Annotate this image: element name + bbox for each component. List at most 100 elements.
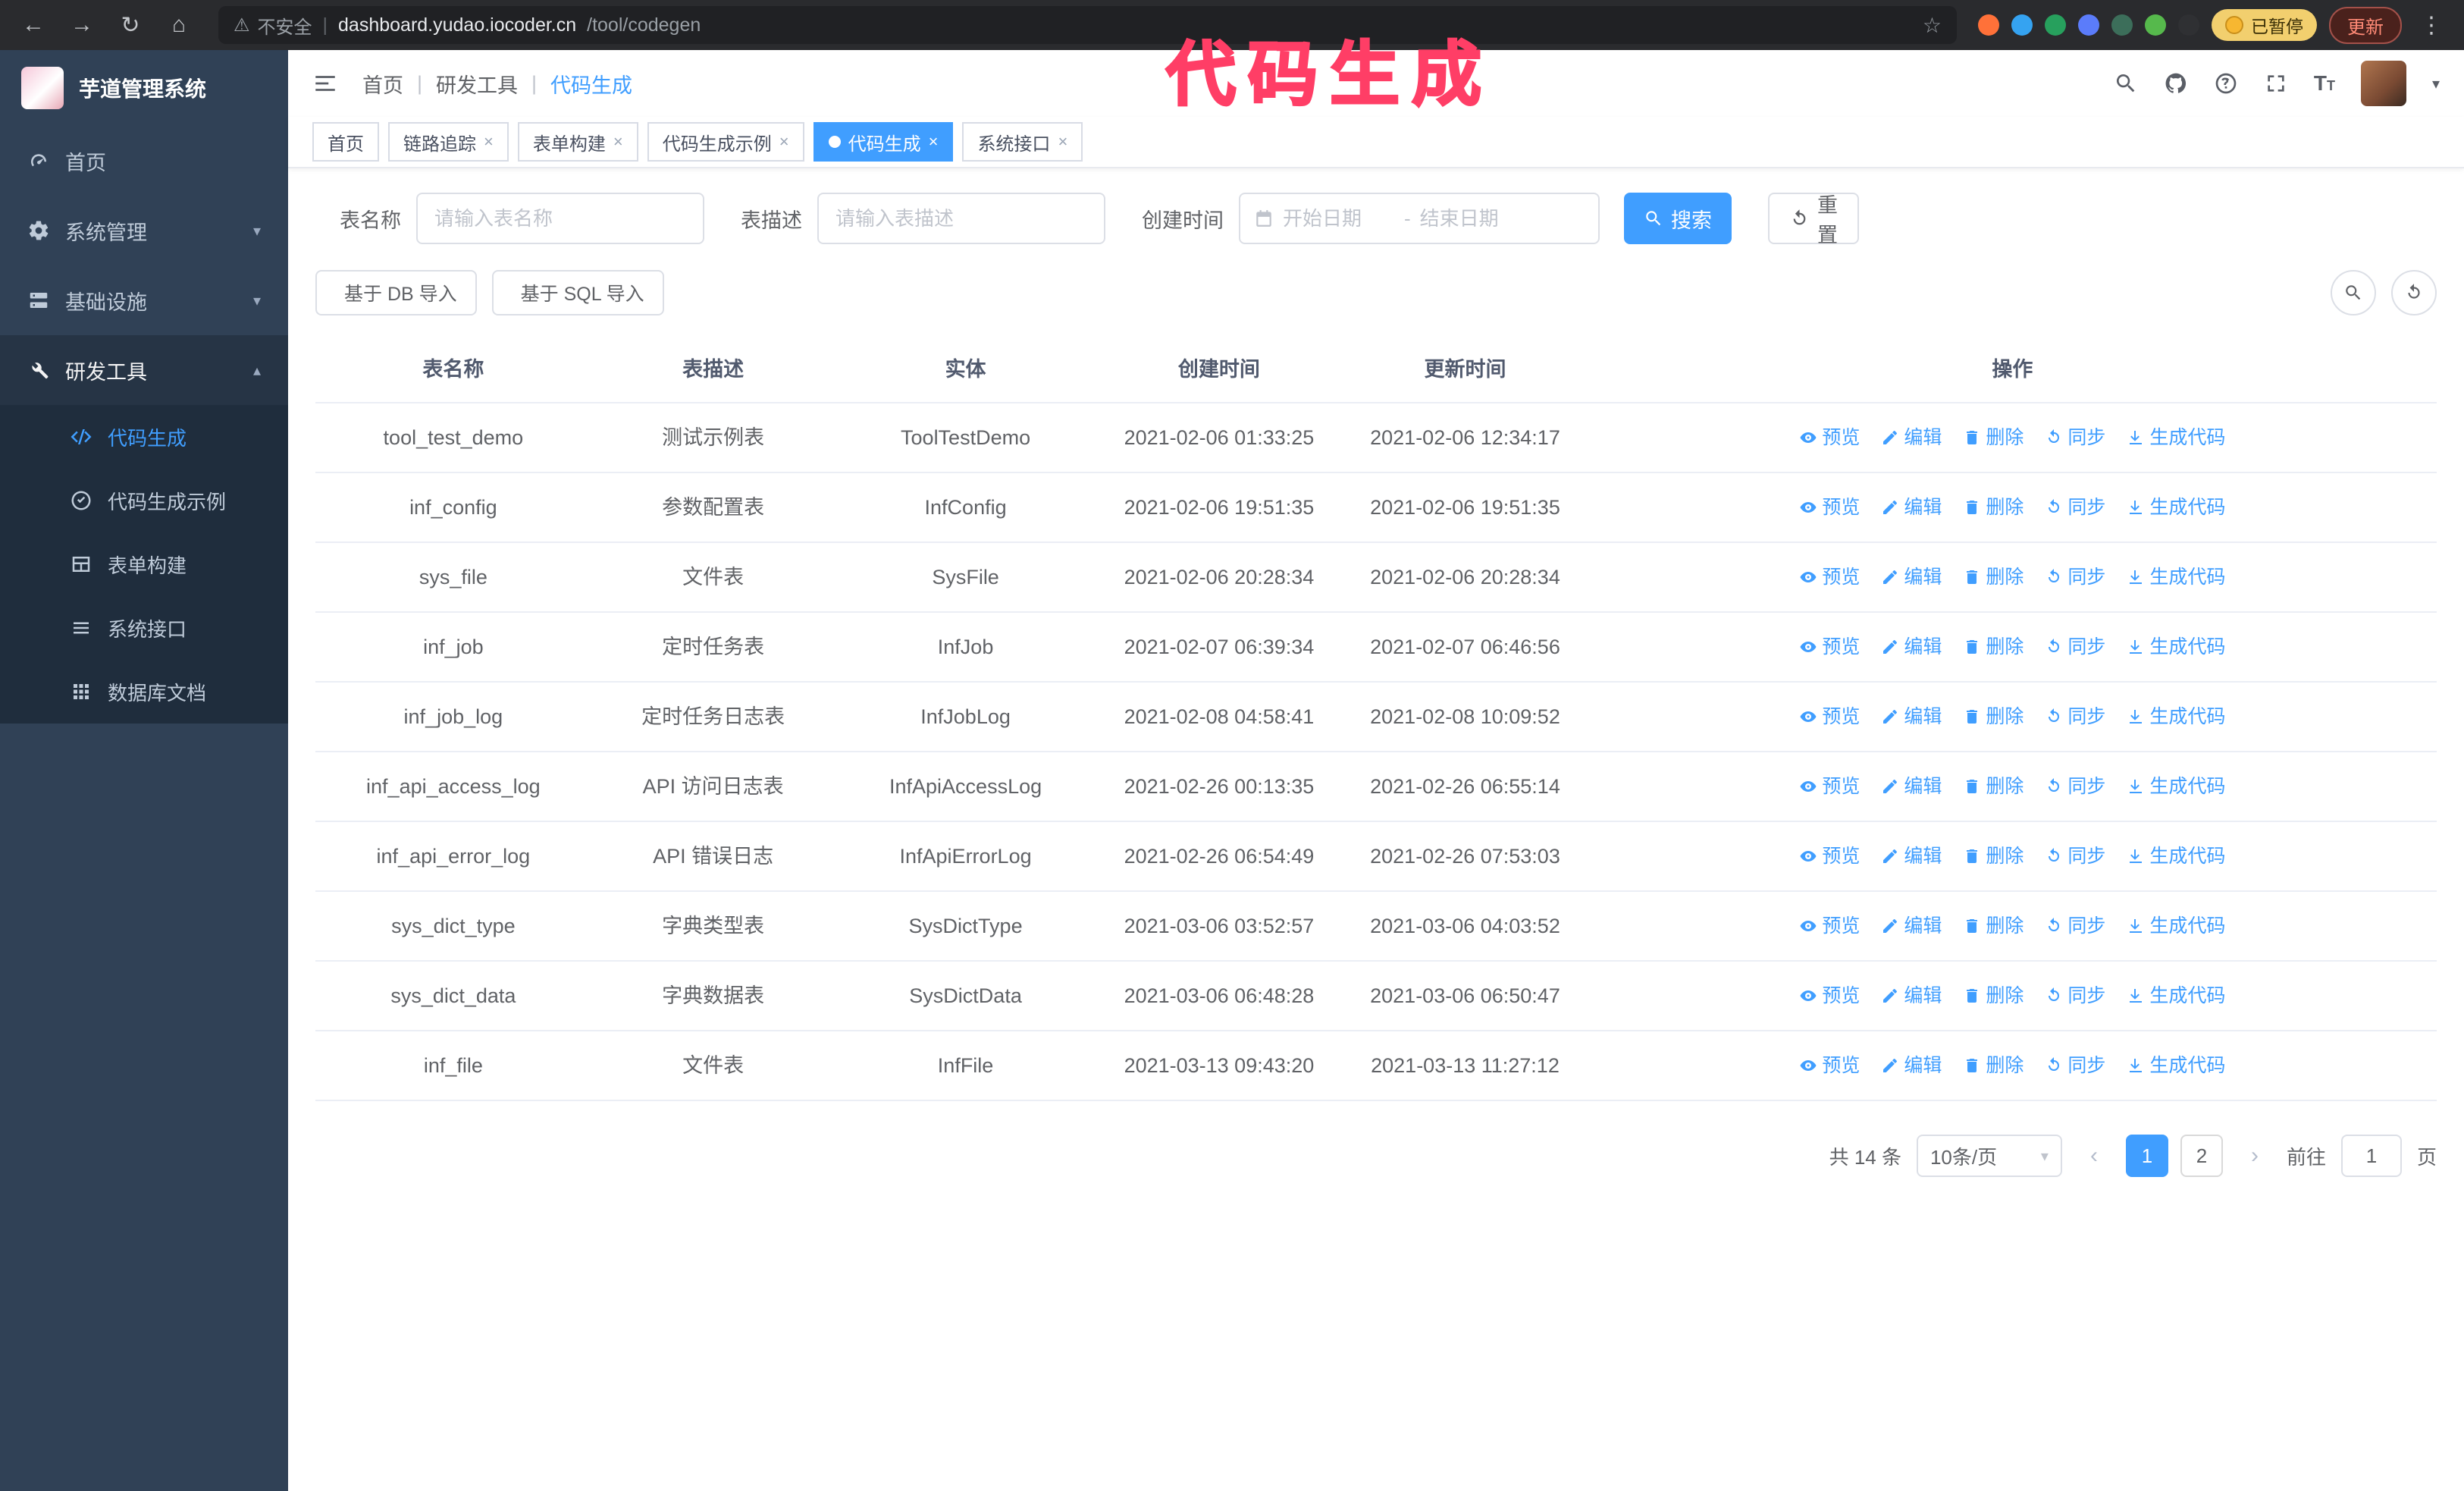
delete-link[interactable]: 删除	[1963, 772, 2024, 801]
font-size-icon[interactable]: TT	[2314, 71, 2335, 96]
next-page-button[interactable]: ›	[2238, 1143, 2271, 1169]
close-icon[interactable]: ×	[1058, 132, 1067, 152]
delete-link[interactable]: 删除	[1963, 981, 2024, 1010]
browser-menu-icon[interactable]: ⋮	[2414, 12, 2449, 39]
close-icon[interactable]: ×	[929, 132, 939, 152]
delete-link[interactable]: 删除	[1963, 702, 2024, 731]
tab-codegen[interactable]: 代码生成 ×	[813, 122, 954, 162]
generate-code-link[interactable]: 生成代码	[2127, 423, 2225, 452]
delete-link[interactable]: 删除	[1963, 912, 2024, 940]
breadcrumb-item-home[interactable]: 首页	[362, 69, 403, 99]
tab-home[interactable]: 首页	[312, 122, 379, 162]
app-logo[interactable]: 芋道管理系统	[0, 50, 288, 126]
edit-link[interactable]: 编辑	[1881, 493, 1942, 522]
preview-link[interactable]: 预览	[1799, 423, 1860, 452]
generate-code-link[interactable]: 生成代码	[2127, 842, 2225, 871]
edit-link[interactable]: 编辑	[1881, 842, 1942, 871]
sidebar-item-devtools[interactable]: 研发工具 ▴	[0, 335, 288, 405]
preview-link[interactable]: 预览	[1799, 842, 1860, 871]
search-button[interactable]: 搜索	[1624, 193, 1732, 244]
home-icon[interactable]: ⌂	[161, 7, 197, 43]
submenu-item-db-doc[interactable]: 数据库文档	[0, 660, 288, 724]
preview-link[interactable]: 预览	[1799, 912, 1860, 940]
back-icon[interactable]: ←	[15, 7, 52, 43]
end-date-input[interactable]	[1419, 206, 1532, 231]
sync-link[interactable]: 同步	[2045, 842, 2105, 871]
sync-link[interactable]: 同步	[2045, 702, 2105, 731]
forward-icon[interactable]: →	[64, 7, 100, 43]
preview-link[interactable]: 预览	[1799, 772, 1860, 801]
tab-system-api[interactable]: 系统接口 ×	[962, 122, 1083, 162]
preview-link[interactable]: 预览	[1799, 981, 1860, 1010]
sync-link[interactable]: 同步	[2045, 563, 2105, 592]
table-name-input[interactable]	[416, 193, 704, 244]
preview-link[interactable]: 预览	[1799, 1051, 1860, 1080]
sync-link[interactable]: 同步	[2045, 423, 2105, 452]
edit-link[interactable]: 编辑	[1881, 912, 1942, 940]
search-icon[interactable]	[2114, 71, 2138, 96]
delete-link[interactable]: 删除	[1963, 563, 2024, 592]
close-icon[interactable]: ×	[484, 132, 494, 152]
delete-link[interactable]: 删除	[1963, 423, 2024, 452]
submenu-item-form-builder[interactable]: 表单构建	[0, 532, 288, 596]
address-bar[interactable]: ⚠ 不安全 | dashboard.yudao.iocoder.cn/tool/…	[218, 6, 1957, 44]
start-date-input[interactable]	[1283, 206, 1395, 231]
edit-link[interactable]: 编辑	[1881, 1051, 1942, 1080]
import-db-button[interactable]: 基于 DB 导入	[315, 270, 477, 315]
tab-form-builder[interactable]: 表单构建 ×	[517, 122, 638, 162]
sync-link[interactable]: 同步	[2045, 1051, 2105, 1080]
delete-link[interactable]: 删除	[1963, 632, 2024, 661]
github-icon[interactable]	[2164, 71, 2188, 96]
sidebar-item-infrastructure[interactable]: 基础设施 ▾	[0, 265, 288, 335]
edit-link[interactable]: 编辑	[1881, 772, 1942, 801]
close-icon[interactable]: ×	[613, 132, 623, 152]
browser-update-button[interactable]: 更新	[2329, 6, 2402, 44]
paused-badge[interactable]: 已暂停	[2212, 9, 2317, 41]
sidebar-item-home[interactable]: 首页	[0, 126, 288, 196]
sync-link[interactable]: 同步	[2045, 772, 2105, 801]
edit-link[interactable]: 编辑	[1881, 423, 1942, 452]
delete-link[interactable]: 删除	[1963, 842, 2024, 871]
submenu-item-codegen[interactable]: 代码生成	[0, 405, 288, 469]
generate-code-link[interactable]: 生成代码	[2127, 981, 2225, 1010]
page-button-2[interactable]: 2	[2180, 1135, 2223, 1177]
delete-link[interactable]: 删除	[1963, 1051, 2024, 1080]
sync-link[interactable]: 同步	[2045, 493, 2105, 522]
submenu-item-codegen-example[interactable]: 代码生成示例	[0, 469, 288, 532]
preview-link[interactable]: 预览	[1799, 563, 1860, 592]
extension-icon[interactable]	[2111, 14, 2133, 36]
prev-page-button[interactable]: ‹	[2077, 1143, 2111, 1169]
preview-link[interactable]: 预览	[1799, 702, 1860, 731]
edit-link[interactable]: 编辑	[1881, 981, 1942, 1010]
generate-code-link[interactable]: 生成代码	[2127, 772, 2225, 801]
delete-link[interactable]: 删除	[1963, 493, 2024, 522]
goto-page-input[interactable]	[2340, 1135, 2402, 1177]
edit-link[interactable]: 编辑	[1881, 632, 1942, 661]
sync-link[interactable]: 同步	[2045, 981, 2105, 1010]
question-icon[interactable]	[2214, 71, 2238, 96]
security-warning-label[interactable]: 不安全	[258, 12, 312, 39]
refresh-table-button[interactable]	[2391, 270, 2437, 315]
reset-button[interactable]: 重置	[1768, 193, 1859, 246]
edit-link[interactable]: 编辑	[1881, 563, 1942, 592]
preview-link[interactable]: 预览	[1799, 493, 1860, 522]
extension-icon[interactable]	[2045, 14, 2066, 36]
page-button-1[interactable]: 1	[2125, 1135, 2168, 1177]
hamburger-icon[interactable]	[312, 71, 338, 96]
extension-icon[interactable]	[2011, 14, 2033, 36]
user-avatar[interactable]	[2360, 61, 2406, 106]
extension-icon[interactable]	[2078, 14, 2099, 36]
edit-link[interactable]: 编辑	[1881, 702, 1942, 731]
table-desc-input[interactable]	[817, 193, 1105, 244]
generate-code-link[interactable]: 生成代码	[2127, 563, 2225, 592]
toggle-search-button[interactable]	[2331, 270, 2376, 315]
extension-icon[interactable]	[2145, 14, 2166, 36]
generate-code-link[interactable]: 生成代码	[2127, 702, 2225, 731]
generate-code-link[interactable]: 生成代码	[2127, 1051, 2225, 1080]
import-sql-button[interactable]: 基于 SQL 导入	[491, 270, 664, 315]
close-icon[interactable]: ×	[779, 132, 789, 152]
generate-code-link[interactable]: 生成代码	[2127, 493, 2225, 522]
generate-code-link[interactable]: 生成代码	[2127, 632, 2225, 661]
extension-icon[interactable]	[1978, 14, 1999, 36]
chevron-down-icon[interactable]: ▾	[2432, 74, 2440, 93]
